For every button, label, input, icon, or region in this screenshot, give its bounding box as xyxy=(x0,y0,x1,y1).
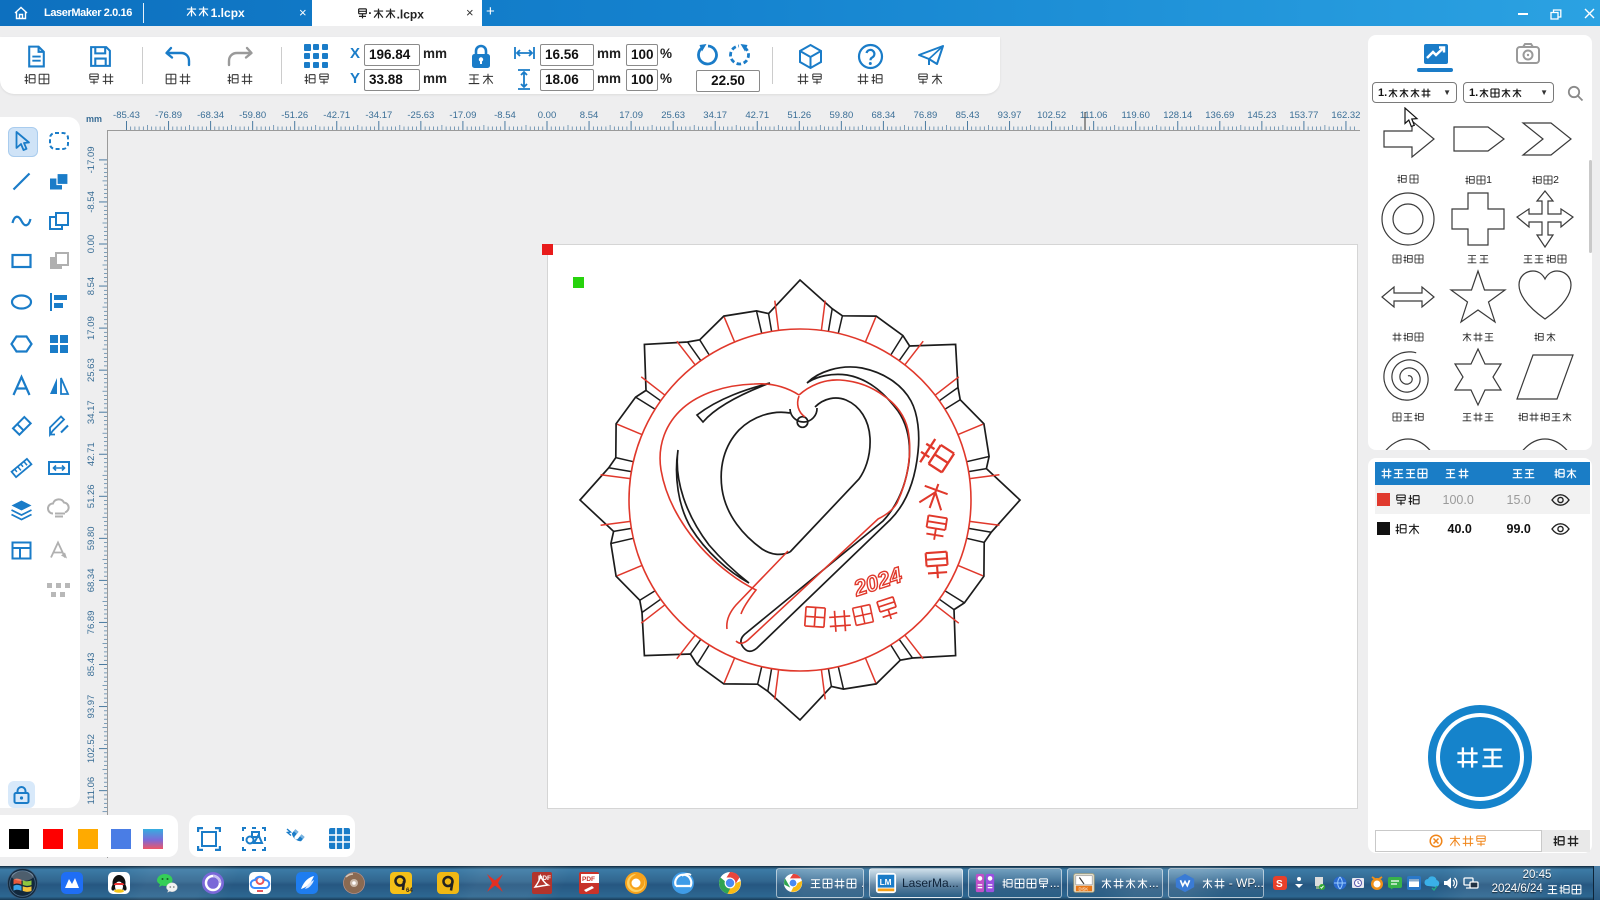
svg-text:162.32: 162.32 xyxy=(1331,110,1360,121)
svg-text:8.54: 8.54 xyxy=(580,110,599,121)
svg-text:-25.63: -25.63 xyxy=(407,110,434,121)
svg-text:-17.09: -17.09 xyxy=(449,110,476,121)
svg-text:-42.71: -42.71 xyxy=(323,110,350,121)
svg-text:93.97: 93.97 xyxy=(998,110,1022,121)
svg-text:17.09: 17.09 xyxy=(86,316,97,340)
svg-text:85.43: 85.43 xyxy=(956,110,980,121)
svg-text:LM: LM xyxy=(880,878,892,887)
svg-text:59.80: 59.80 xyxy=(829,110,853,121)
svg-text:153.77: 153.77 xyxy=(1289,110,1318,121)
svg-text:136.69: 136.69 xyxy=(1205,110,1234,121)
svg-text:S: S xyxy=(1276,879,1283,890)
svg-text:34.17: 34.17 xyxy=(703,110,727,121)
svg-text:85.43: 85.43 xyxy=(86,653,97,677)
svg-text:68.34: 68.34 xyxy=(86,569,97,593)
svg-text:102.52: 102.52 xyxy=(86,734,97,763)
svg-text:DISK: DISK xyxy=(1079,886,1089,891)
svg-text:128.14: 128.14 xyxy=(1163,110,1192,121)
svg-text:102.52: 102.52 xyxy=(1037,110,1066,121)
svg-text:59.80: 59.80 xyxy=(86,526,97,550)
svg-text:93.97: 93.97 xyxy=(86,695,97,719)
svg-text:68.34: 68.34 xyxy=(872,110,896,121)
svg-text:145.23: 145.23 xyxy=(1247,110,1276,121)
svg-text:-17.09: -17.09 xyxy=(86,146,97,173)
svg-text:-34.17: -34.17 xyxy=(365,110,392,121)
svg-text:8.54: 8.54 xyxy=(86,277,97,296)
svg-text:34.17: 34.17 xyxy=(86,400,97,424)
svg-text:119.60: 119.60 xyxy=(1122,110,1150,121)
svg-text:42.71: 42.71 xyxy=(86,442,97,466)
svg-text:111.06: 111.06 xyxy=(1080,110,1108,121)
svg-text:25.63: 25.63 xyxy=(86,358,97,382)
svg-text:51.26: 51.26 xyxy=(86,484,97,508)
svg-text:17.09: 17.09 xyxy=(619,110,643,121)
svg-text:-51.26: -51.26 xyxy=(281,110,308,121)
svg-text:76.89: 76.89 xyxy=(86,611,97,635)
svg-text:2024: 2024 xyxy=(850,562,905,601)
svg-text:-59.80: -59.80 xyxy=(239,110,266,121)
svg-text:111.06: 111.06 xyxy=(86,777,97,805)
svg-text:0.00: 0.00 xyxy=(86,235,97,254)
svg-text:-68.34: -68.34 xyxy=(197,110,224,121)
svg-text:76.89: 76.89 xyxy=(914,110,938,121)
svg-text:64: 64 xyxy=(406,888,413,894)
svg-text:-76.89: -76.89 xyxy=(155,110,182,121)
svg-text:0.00: 0.00 xyxy=(538,110,557,121)
svg-text:-8.54: -8.54 xyxy=(494,110,516,121)
svg-text:-8.54: -8.54 xyxy=(86,191,97,213)
svg-text:PDF: PDF xyxy=(582,876,595,883)
svg-text:25.63: 25.63 xyxy=(661,110,685,121)
svg-text:42.71: 42.71 xyxy=(745,110,769,121)
svg-text:PDF: PDF xyxy=(538,875,551,882)
svg-text:51.26: 51.26 xyxy=(787,110,811,121)
svg-text:-85.43: -85.43 xyxy=(113,110,140,121)
